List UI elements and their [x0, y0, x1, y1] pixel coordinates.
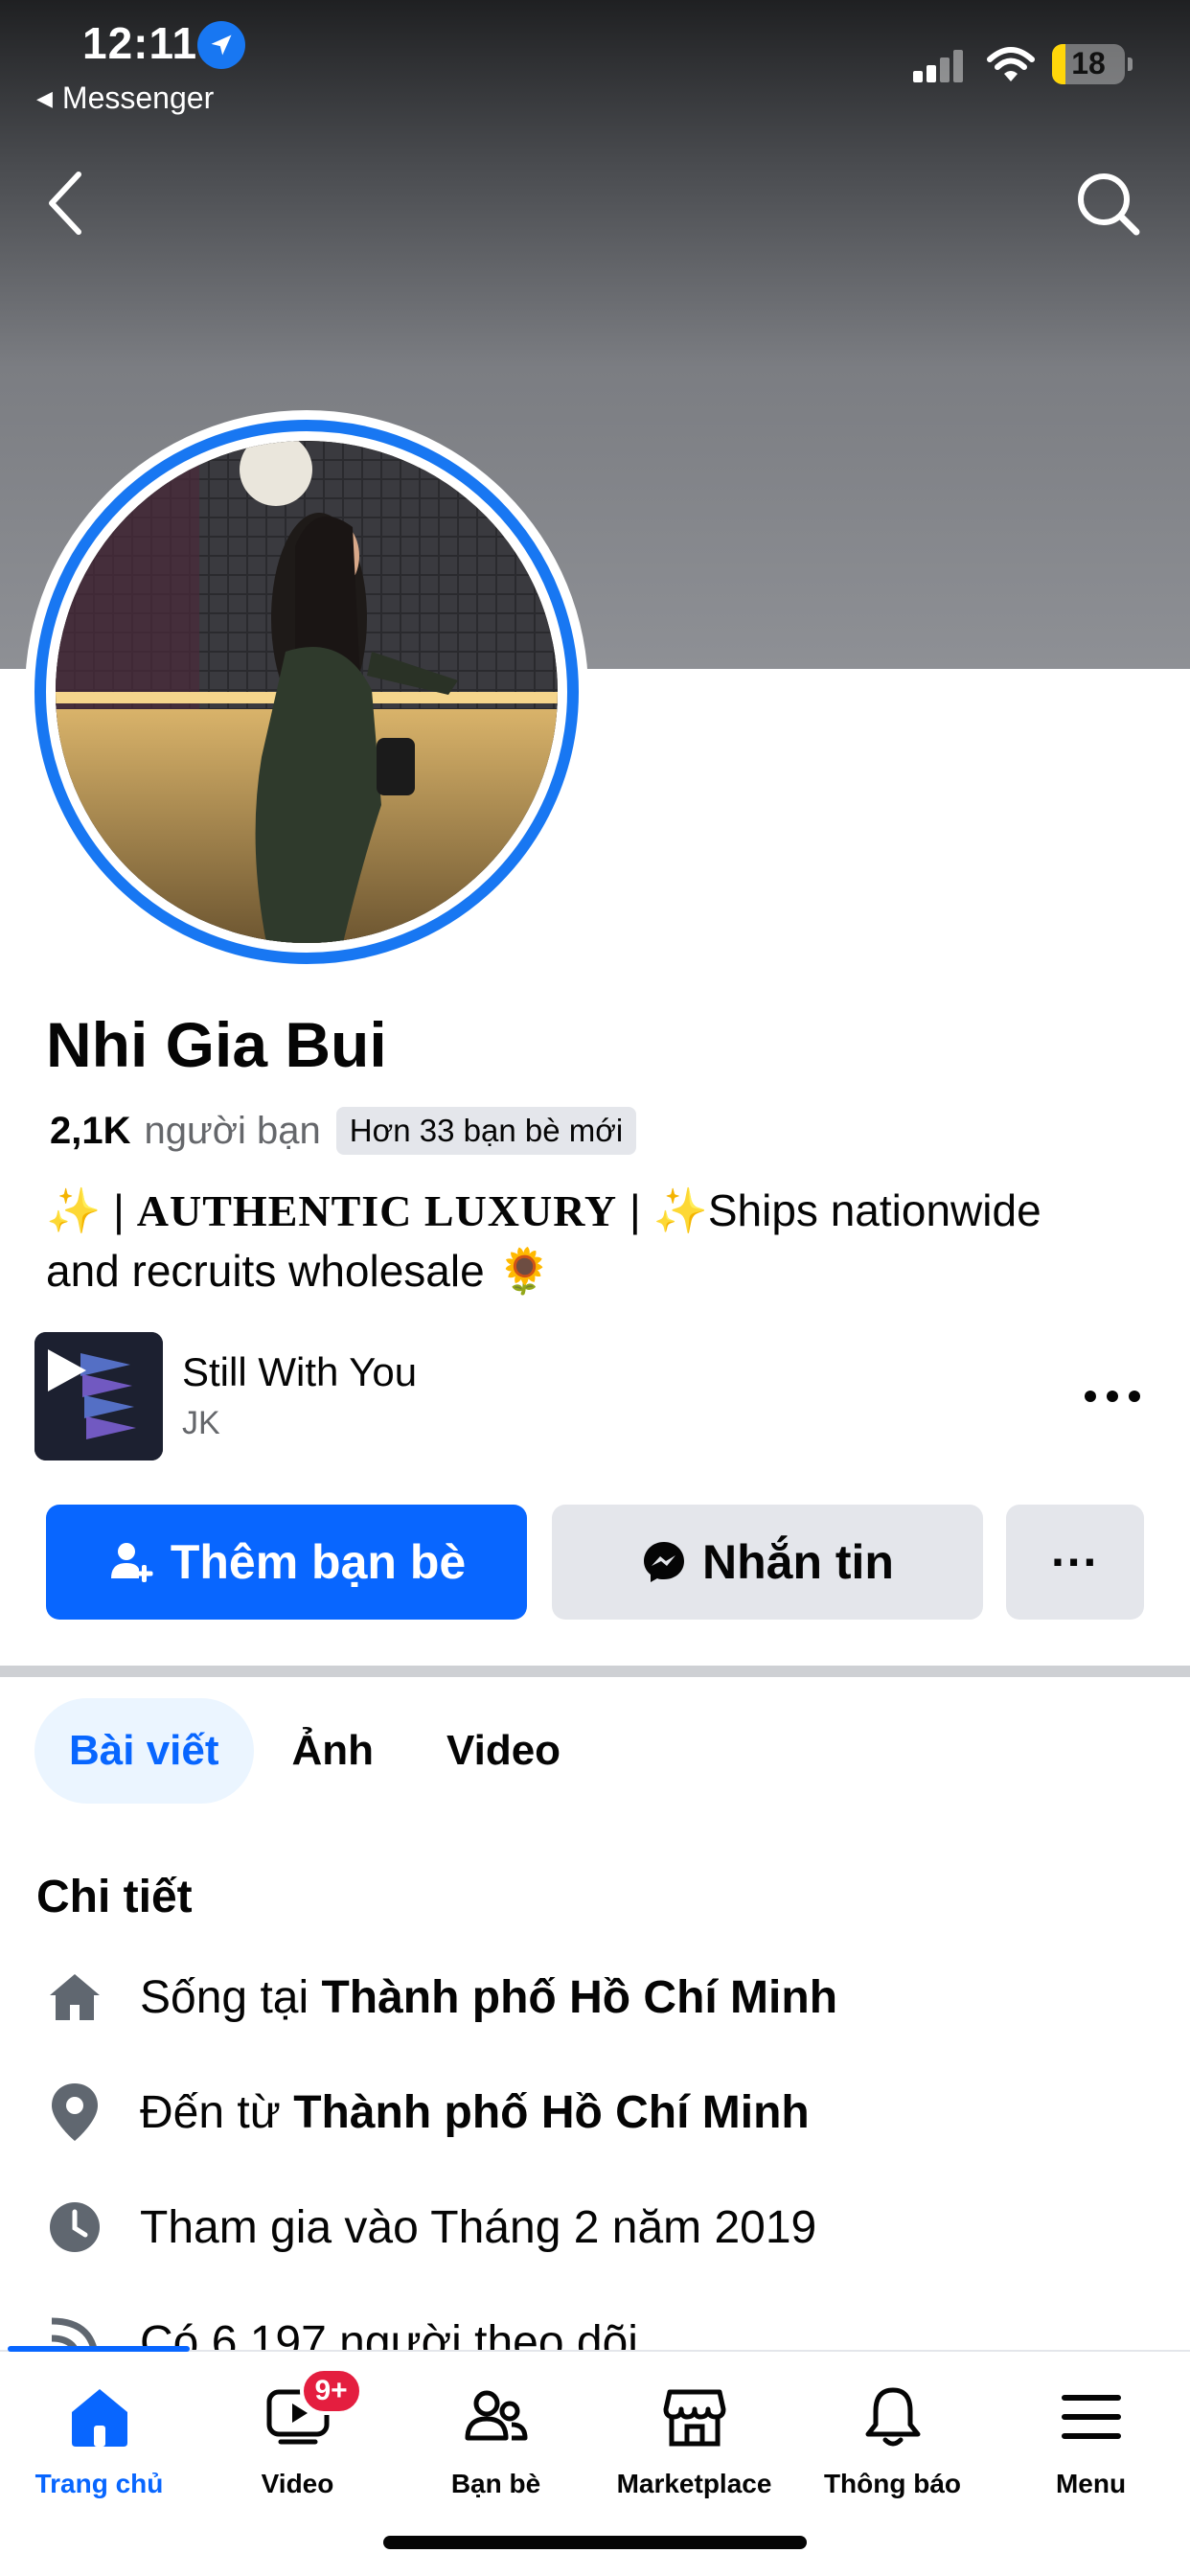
- details-heading: Chi tiết: [36, 1872, 193, 1922]
- add-friend-icon: [110, 1543, 153, 1582]
- more-actions-label: ···: [1051, 1535, 1099, 1589]
- home-icon: [36, 1959, 113, 2036]
- detail-lives-in: Sống tại Thành phố Hồ Chí Minh: [36, 1959, 1157, 2036]
- search-button[interactable]: [1069, 165, 1146, 242]
- back-button[interactable]: [38, 165, 96, 242]
- video-icon: 9+: [258, 2367, 363, 2457]
- nav-friends[interactable]: Bạn bè: [397, 2377, 595, 2520]
- status-time: 12:11: [82, 18, 198, 68]
- nav-marketplace-label: Marketplace: [616, 2469, 772, 2498]
- from-city[interactable]: Thành phố Hồ Chí Minh: [293, 2087, 810, 2138]
- battery-icon: 18: [1052, 44, 1125, 84]
- active-tab-indicator: [8, 2346, 190, 2352]
- sunflower-emoji: 🌻: [496, 1246, 552, 1296]
- music-artist: JK: [182, 1405, 220, 1441]
- home-indicator[interactable]: [383, 2536, 807, 2549]
- friends-icon: [456, 2377, 537, 2457]
- profile-bio: ✨ | AUTHENTIC LUXURY | ✨Ships nationwide…: [46, 1181, 1119, 1300]
- section-divider: [0, 1666, 1190, 1677]
- profile-music[interactable]: Still With You JK: [34, 1332, 1156, 1460]
- music-more-button[interactable]: [1079, 1370, 1146, 1422]
- friends-label: người bạn: [144, 1109, 321, 1152]
- from-prefix: Đến từ: [140, 2086, 294, 2138]
- profile-name: Nhi Gia Bui: [46, 1009, 387, 1080]
- message-label: Nhắn tin: [702, 1535, 894, 1589]
- profile-tabs: Bài viết Ảnh Video: [34, 1698, 599, 1804]
- chevron-left-icon: [49, 172, 81, 235]
- nav-home[interactable]: Trang chủ: [0, 2377, 198, 2520]
- joined-text: Tham gia vào Tháng 2 năm 2019: [140, 2201, 817, 2253]
- friends-summary[interactable]: 2,1K người bạn Hơn 33 bạn bè mới: [50, 1104, 637, 1158]
- avatar-photo-image: [56, 441, 558, 943]
- search-icon: [1078, 173, 1140, 236]
- nav-notifications[interactable]: Thông báo: [793, 2377, 992, 2520]
- bio-luxury: AUTHENTIC LUXURY: [136, 1186, 618, 1235]
- lives-prefix: Sống tại: [140, 1971, 322, 2023]
- detail-joined: Tham gia vào Tháng 2 năm 2019: [36, 2189, 1157, 2266]
- tab-photos[interactable]: Ảnh: [258, 1698, 409, 1804]
- nav-notifications-label: Thông báo: [823, 2469, 962, 2498]
- messenger-icon: [644, 1542, 684, 1582]
- friends-count: 2,1K: [50, 1109, 131, 1152]
- video-badge: 9+: [299, 2367, 363, 2415]
- tab-posts[interactable]: Bài viết: [34, 1698, 254, 1804]
- music-title: Still With You: [182, 1349, 418, 1394]
- nav-marketplace[interactable]: Marketplace: [595, 2377, 793, 2520]
- lives-city[interactable]: Thành phố Hồ Chí Minh: [321, 1972, 837, 2023]
- tab-video[interactable]: Video: [412, 1698, 595, 1804]
- menu-icon: [1051, 2377, 1132, 2457]
- nav-home-label: Trang chủ: [34, 2469, 164, 2498]
- battery-level: 18: [1071, 46, 1106, 80]
- add-friend-button[interactable]: Thêm bạn bè: [46, 1505, 527, 1620]
- nav-video[interactable]: 9+ Video: [198, 2367, 397, 2520]
- nav-friends-label: Bạn bè: [450, 2469, 541, 2498]
- wifi-icon: [987, 46, 1035, 89]
- back-app-label: Messenger: [61, 80, 215, 115]
- nav-menu[interactable]: Menu: [992, 2377, 1190, 2520]
- new-friends-badge: Hơn 33 bạn bè mới: [335, 1107, 637, 1155]
- back-to-app-link[interactable]: ◀ Messenger: [36, 80, 214, 116]
- profile-avatar[interactable]: [56, 441, 558, 943]
- detail-from: Đến từ Thành phố Hồ Chí Minh: [36, 2074, 1157, 2150]
- message-button[interactable]: Nhắn tin: [552, 1505, 983, 1620]
- clock-icon: [36, 2189, 113, 2266]
- cellular-signal-icon: [913, 48, 963, 82]
- music-cover: [34, 1332, 163, 1460]
- back-triangle-icon: ◀: [36, 86, 53, 110]
- more-dots-icon: [1085, 1391, 1140, 1402]
- location-arrow-icon: [197, 21, 245, 69]
- location-pin-icon: [36, 2074, 113, 2150]
- nav-menu-label: Menu: [1055, 2469, 1127, 2498]
- marketplace-icon: [654, 2377, 735, 2457]
- bio-prefix: ✨ |: [46, 1185, 137, 1235]
- add-friend-label: Thêm bạn bè: [170, 1535, 467, 1589]
- status-bar: 12:11 ◀ Messenger 18: [0, 0, 1190, 125]
- bell-icon: [853, 2377, 933, 2457]
- more-actions-button[interactable]: ···: [1006, 1505, 1144, 1620]
- nav-video-label: Video: [261, 2469, 334, 2498]
- play-icon: [34, 1332, 163, 1460]
- home-icon: [59, 2377, 140, 2457]
